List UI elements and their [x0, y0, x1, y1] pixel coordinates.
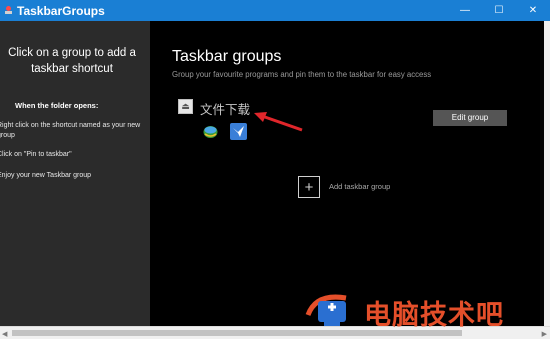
add-group-icon[interactable]: + [298, 176, 320, 198]
close-button[interactable]: ✕ [516, 0, 550, 21]
watermark-logo-icon [305, 294, 347, 326]
instruction-step: Click on "Pin to taskbar" [0, 151, 72, 158]
instructions-panel: Click on a group to add a taskbar shortc… [0, 21, 150, 326]
watermark-text: 电脑技术吧 [364, 300, 504, 331]
maximize-button[interactable]: ☐ [482, 0, 516, 21]
scroll-right-icon[interactable]: ▶ [542, 330, 547, 338]
page-title: Taskbar groups [172, 48, 282, 65]
vertical-scrollbar[interactable] [544, 21, 550, 326]
window-controls: — ☐ ✕ [448, 0, 550, 21]
page-subtitle: Group your favourite programs and pin th… [172, 70, 432, 79]
window-title: TaskbarGroups [17, 3, 105, 18]
scroll-left-icon[interactable]: ◀ [2, 330, 7, 338]
group-folder-icon[interactable]: ⏏ [178, 99, 193, 114]
title-bar[interactable]: TaskbarGroups — ☐ ✕ [0, 0, 550, 21]
instructions-subheading: When the folder opens: [15, 101, 99, 110]
instructions-heading: Click on a group to add a taskbar shortc… [8, 47, 136, 75]
internet-download-manager-icon[interactable] [202, 123, 219, 140]
annotation-arrow [254, 112, 303, 132]
minimize-button[interactable]: — [448, 0, 482, 21]
instruction-step: Right click on the shortcut named as you… [0, 122, 141, 139]
instruction-step: Enjoy your new Taskbar group [0, 172, 92, 179]
main-panel: Taskbar groups Group your favourite prog… [150, 21, 544, 326]
watermark: 电脑技术吧 [302, 289, 548, 331]
add-group-label[interactable]: Add taskbar group [329, 182, 390, 191]
group-name[interactable]: 文件下载 [200, 99, 250, 118]
app-icon [4, 6, 13, 15]
bird-app-icon[interactable] [230, 123, 247, 140]
edit-group-button[interactable]: Edit group [433, 110, 507, 126]
